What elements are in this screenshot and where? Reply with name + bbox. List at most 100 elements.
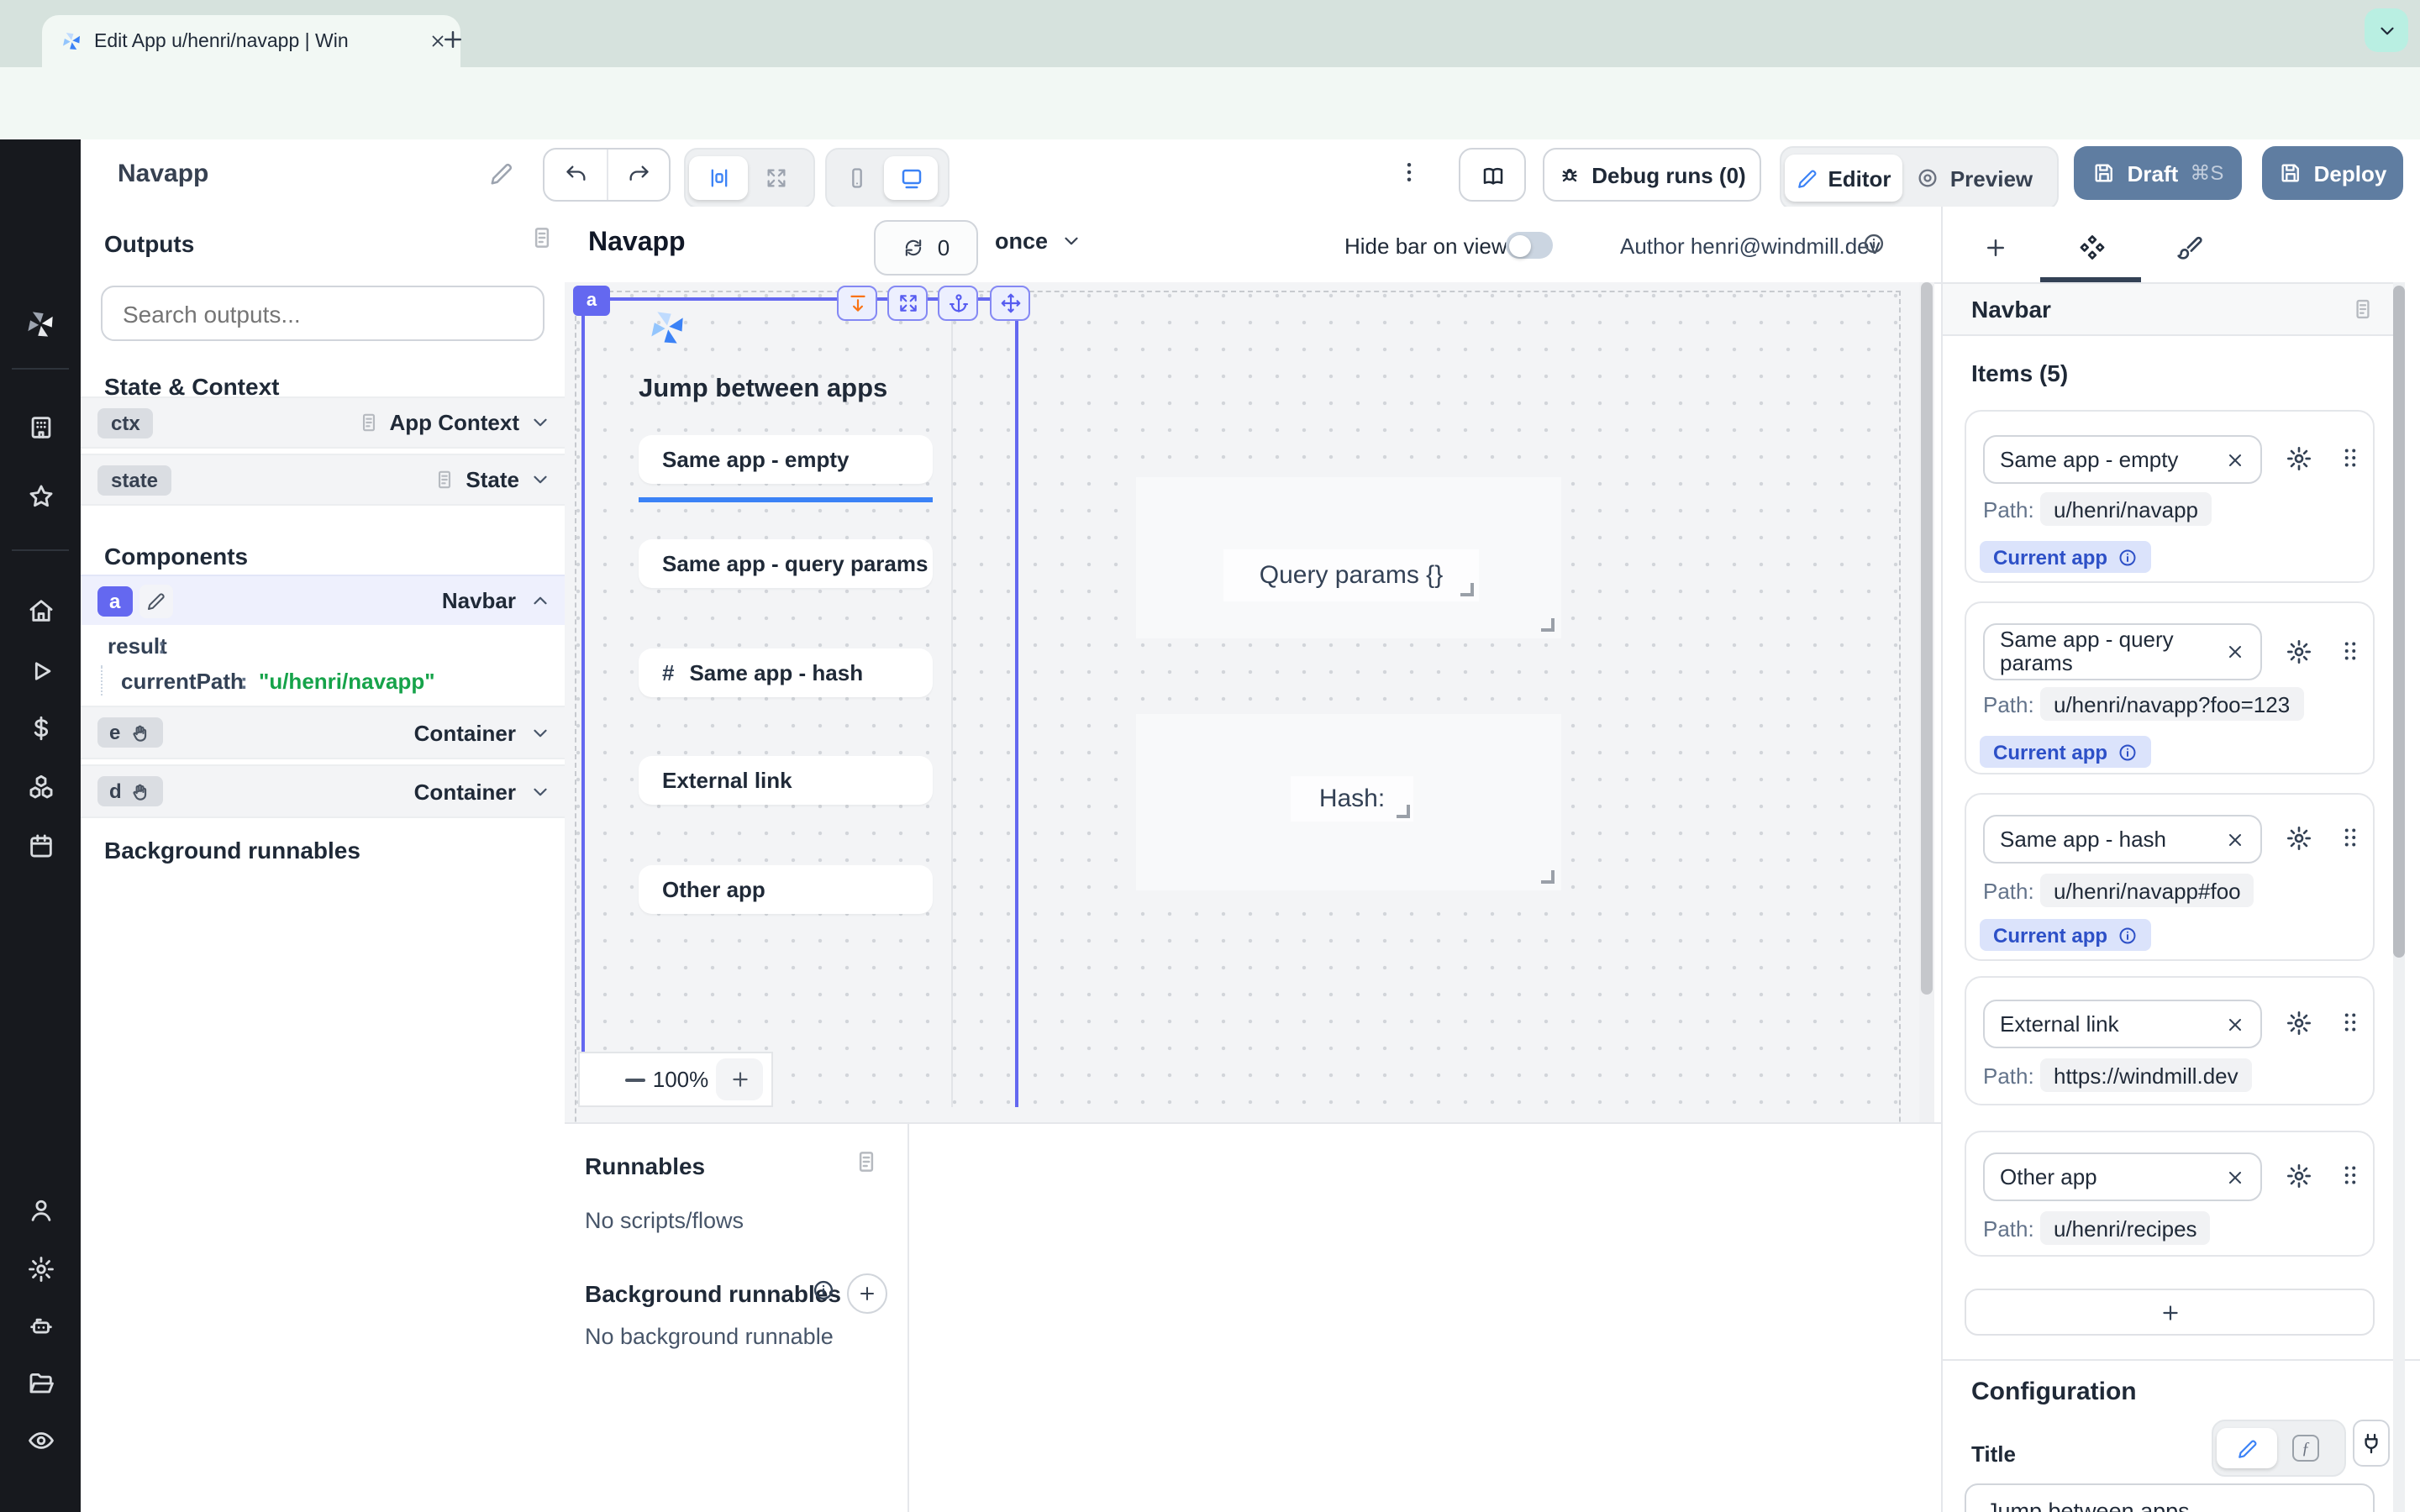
item-5-label-input[interactable]: Other app (1983, 1152, 2262, 1201)
center-layout-button[interactable] (689, 156, 748, 200)
item-settings-gear-icon[interactable] (2286, 445, 2312, 472)
item-2-label-input[interactable]: Same app - query params (1983, 623, 2262, 680)
info-icon[interactable] (812, 1278, 835, 1302)
expression-mode-button[interactable]: ƒ (2277, 1428, 2334, 1468)
expand-component-icon[interactable] (887, 286, 928, 321)
clear-icon[interactable] (2225, 829, 2245, 849)
item-5-path[interactable]: u/henri/recipes (2040, 1211, 2211, 1245)
refresh-count-button[interactable]: 0 (874, 220, 978, 276)
chevron-up-icon[interactable] (529, 590, 551, 612)
docs-book-button[interactable] (1459, 148, 1526, 202)
state-key-badge[interactable]: state (97, 465, 171, 495)
edit-name-pencil-icon[interactable] (489, 161, 514, 186)
component-e-key-badge[interactable]: e (97, 717, 162, 748)
panel-doc-icon[interactable] (2351, 297, 2375, 321)
windmill-logo-icon[interactable] (0, 306, 81, 343)
item-settings-gear-icon[interactable] (2286, 638, 2312, 665)
nav-item-same-app-empty[interactable]: Same app - empty (639, 435, 933, 484)
draft-button[interactable]: Draft ⌘S (2074, 146, 2242, 200)
panel-doc-icon[interactable] (854, 1149, 879, 1174)
new-tab-button[interactable] (440, 27, 466, 52)
add-background-runnable-button[interactable] (847, 1273, 887, 1314)
sidebar-item-audit-icon[interactable] (0, 1426, 81, 1455)
component-a-row[interactable]: a Navbar (81, 575, 565, 627)
sidebar-item-spend-icon[interactable] (0, 714, 81, 743)
nav-item-hash[interactable]: # Same app - hash (639, 648, 933, 697)
drag-grip-icon[interactable] (2336, 823, 2365, 852)
sidebar-item-folders-icon[interactable] (0, 1369, 81, 1398)
debug-runs-button[interactable]: Debug runs (0) (1543, 148, 1761, 202)
item-settings-gear-icon[interactable] (2286, 825, 2312, 852)
info-icon[interactable] (2118, 547, 2138, 567)
item-settings-gear-icon[interactable] (2286, 1010, 2312, 1037)
drag-grip-icon[interactable] (2336, 637, 2365, 665)
static-value-pencil-button[interactable] (2217, 1428, 2277, 1468)
nav-item-query-params[interactable]: Same app - query params (639, 539, 933, 588)
insert-component-tab-plus-icon[interactable] (1983, 235, 2008, 260)
fullwidth-layout-button[interactable] (748, 156, 803, 200)
preview-tab[interactable]: Preview (1902, 155, 2047, 202)
search-outputs-input[interactable] (101, 286, 544, 341)
inspector-scrollbar-track[interactable] (2393, 282, 2405, 1512)
canvas-scrollbar-track[interactable] (1919, 282, 1934, 1122)
component-a-key-badge[interactable]: a (97, 585, 132, 616)
info-icon[interactable] (2118, 925, 2138, 945)
editor-tab[interactable]: Editor (1785, 155, 1902, 202)
desktop-view-button[interactable] (884, 156, 938, 200)
clear-icon[interactable] (2225, 449, 2245, 470)
resize-handle[interactable] (1460, 583, 1474, 596)
zoom-out-button[interactable] (603, 1068, 645, 1090)
sidebar-item-settings-icon[interactable] (0, 1255, 81, 1284)
add-navbar-item-button[interactable] (1965, 1289, 2375, 1336)
drag-grip-icon[interactable] (2336, 1008, 2365, 1037)
item-2-path[interactable]: u/henri/navapp?foo=123 (2040, 687, 2303, 721)
selection-id-tag[interactable]: a (573, 286, 610, 316)
sidebar-item-resources-icon[interactable] (0, 773, 81, 801)
resize-handle[interactable] (1397, 805, 1410, 818)
chevron-down-icon[interactable] (529, 780, 551, 802)
clear-icon[interactable] (2225, 1014, 2245, 1034)
tab-search-button[interactable] (2365, 8, 2408, 52)
drag-grip-icon[interactable] (2336, 1161, 2365, 1189)
sidebar-item-workers-icon[interactable] (0, 1312, 81, 1341)
item-3-path[interactable]: u/henri/navapp#foo (2040, 874, 2254, 907)
chevron-down-icon[interactable] (529, 722, 551, 743)
clear-icon[interactable] (2225, 642, 2245, 662)
chevron-down-icon[interactable] (529, 469, 551, 491)
component-d-row[interactable]: d Container (81, 764, 565, 818)
browser-tab[interactable]: Edit App u/henri/navapp | Win (42, 15, 460, 67)
item-3-label-input[interactable]: Same app - hash (1983, 815, 2262, 864)
nav-item-other-app[interactable]: Other app (639, 865, 933, 914)
undo-button[interactable] (544, 150, 608, 200)
info-icon[interactable] (1862, 232, 1886, 255)
item-1-path[interactable]: u/henri/navapp (2040, 492, 2212, 526)
expand-down-handle-icon[interactable] (837, 286, 877, 321)
zoom-in-button[interactable] (716, 1058, 763, 1100)
item-4-path[interactable]: https://windmill.dev (2040, 1058, 2252, 1092)
component-edit-pencil-icon[interactable] (139, 584, 172, 617)
info-icon[interactable] (2118, 742, 2138, 762)
sidebar-item-schedules-icon[interactable] (0, 832, 81, 860)
panel-doc-icon[interactable] (529, 225, 555, 250)
chevron-down-icon[interactable] (529, 412, 551, 433)
more-options-kebab-icon[interactable] (1397, 160, 1422, 185)
app-canvas[interactable]: a Jump between apps Same app - empty Sam… (565, 282, 1919, 1122)
connect-plug-button[interactable] (2353, 1420, 2390, 1467)
ctx-key-badge[interactable]: ctx (97, 407, 154, 438)
currentPath-key[interactable]: currentPath (121, 669, 244, 694)
move-component-icon[interactable] (990, 286, 1030, 321)
ctx-row[interactable]: ctx App Context (81, 396, 565, 449)
resize-handle[interactable] (1541, 870, 1555, 884)
sidebar-item-runs-icon[interactable] (0, 657, 81, 685)
state-row[interactable]: state State (81, 454, 565, 506)
component-settings-tab-icon[interactable] (2079, 234, 2106, 260)
run-mode-dropdown[interactable]: once (995, 228, 1081, 254)
hide-bar-toggle[interactable] (1506, 232, 1553, 259)
styling-brush-tab-icon[interactable] (2176, 234, 2203, 260)
inspector-scrollbar-thumb[interactable] (2393, 286, 2405, 958)
title-value-input[interactable] (1965, 1483, 2375, 1512)
canvas-scrollbar-thumb[interactable] (1921, 282, 1933, 995)
sidebar-item-favorites-icon[interactable] (0, 482, 81, 511)
component-e-row[interactable]: e Container (81, 706, 565, 759)
currentPath-value[interactable]: "u/henri/navapp" (259, 669, 435, 694)
